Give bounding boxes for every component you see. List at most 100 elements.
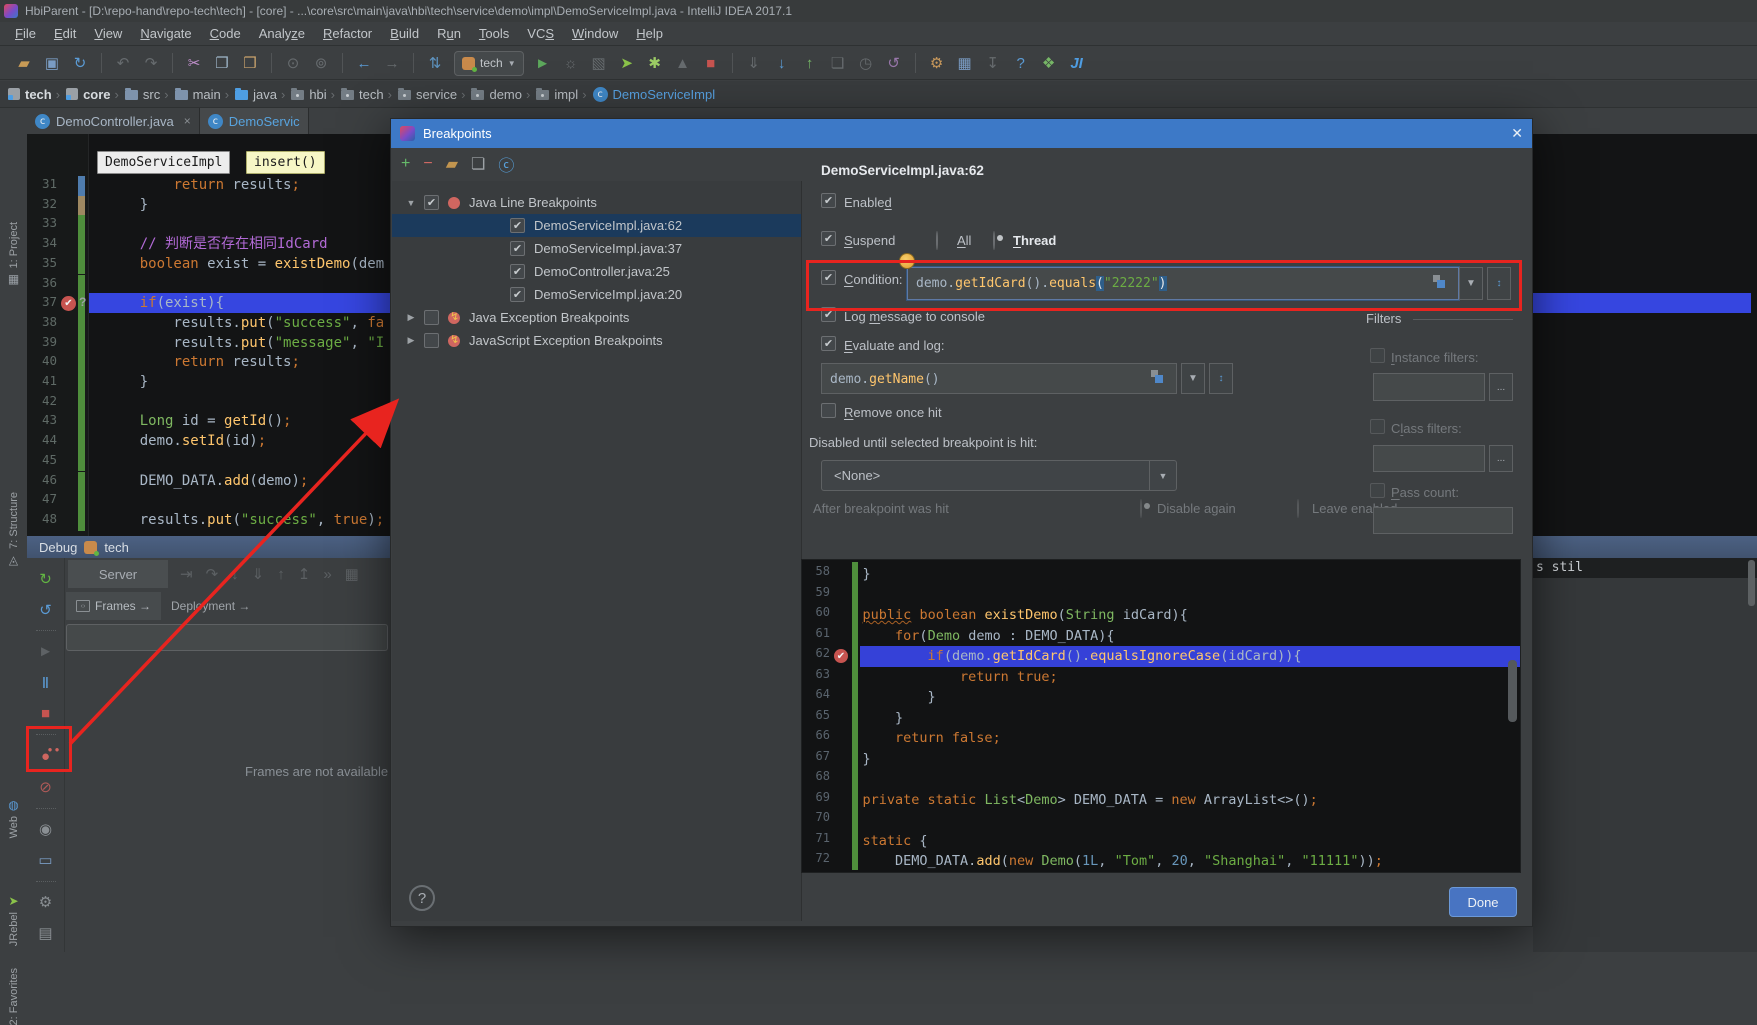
- editor-tab-2[interactable]: cDemoServic: [200, 108, 309, 134]
- sync-icon[interactable]: ↻: [68, 51, 92, 75]
- breadcrumb-item-tech[interactable]: tech: [8, 87, 52, 102]
- remove-breakpoint-icon[interactable]: −: [423, 155, 432, 173]
- stripe-web[interactable]: ◍Web: [0, 798, 27, 838]
- drop-frame-icon[interactable]: ↥: [298, 565, 311, 583]
- evaluate-expression-icon[interactable]: ▦: [345, 565, 359, 583]
- run-to-cursor-icon[interactable]: »: [323, 566, 331, 583]
- forward-icon[interactable]: →: [380, 51, 404, 75]
- instance-filters-checkbox[interactable]: [1370, 348, 1385, 363]
- add-breakpoint-icon[interactable]: +: [401, 155, 410, 173]
- enabled-checkbox[interactable]: ✔: [821, 193, 836, 208]
- replace-icon[interactable]: ⊚: [309, 51, 333, 75]
- breadcrumb-item-java[interactable]: java: [235, 87, 277, 102]
- tree-expander-icon[interactable]: ▶: [406, 312, 416, 323]
- console-scrollbar[interactable]: [1748, 560, 1755, 606]
- settings-icon[interactable]: ⚙: [925, 51, 949, 75]
- class-filters-field[interactable]: [1373, 445, 1485, 472]
- stripe-project[interactable]: 1: Project▦: [0, 222, 27, 286]
- leave-enabled-radio[interactable]: [1297, 499, 1299, 518]
- breadcrumb-item-DemoServiceImpl[interactable]: cDemoServiceImpl: [593, 87, 716, 102]
- code-line[interactable]: results.put("message", "I: [106, 334, 384, 354]
- pass-count-checkbox[interactable]: [1370, 483, 1385, 498]
- breadcrumb-item-service[interactable]: service: [398, 87, 457, 102]
- menu-file[interactable]: File: [6, 22, 45, 45]
- breadcrumb-item-tech[interactable]: tech: [341, 87, 384, 102]
- coverage-icon[interactable]: ▧: [587, 51, 611, 75]
- code-line[interactable]: return results;: [106, 176, 300, 196]
- pin-icon[interactable]: ▤: [33, 921, 59, 946]
- view-breakpoints-icon[interactable]: ●● ●: [33, 743, 59, 768]
- menu-view[interactable]: View: [85, 22, 131, 45]
- jrebel-debug-icon[interactable]: ✱: [643, 51, 667, 75]
- code-line[interactable]: static {: [830, 831, 928, 852]
- debug-server-tab[interactable]: Server: [68, 560, 168, 588]
- expand-editor-icon[interactable]: ↕: [1487, 267, 1511, 300]
- run-config-combo[interactable]: tech▼: [454, 51, 524, 76]
- suspend-thread-radio[interactable]: [993, 231, 995, 250]
- menu-refactor[interactable]: Refactor: [314, 22, 381, 45]
- step-out-icon[interactable]: ↑: [277, 566, 285, 583]
- remove-once-checkbox[interactable]: [821, 403, 836, 418]
- line-numbers-icon[interactable]: ⇅: [423, 51, 447, 75]
- tree-expander-icon[interactable]: ▶: [406, 335, 416, 346]
- code-line[interactable]: }: [830, 708, 903, 729]
- group-by-package-icon[interactable]: ▰: [446, 154, 458, 174]
- expand-editor-icon[interactable]: ↕: [1209, 363, 1233, 394]
- tab-deployment[interactable]: Deployment →: [161, 592, 260, 620]
- evaluate-checkbox[interactable]: ✔: [821, 336, 836, 351]
- stop-icon[interactable]: ■: [33, 701, 59, 726]
- redo-icon[interactable]: ↷: [139, 51, 163, 75]
- attach-icon[interactable]: ▲: [671, 51, 695, 75]
- find-icon[interactable]: ⊙: [281, 51, 305, 75]
- done-button[interactable]: Done: [1449, 887, 1517, 917]
- menu-code[interactable]: Code: [201, 22, 250, 45]
- code-line[interactable]: DEMO_DATA.add(demo);: [106, 472, 308, 492]
- resume-icon[interactable]: ►: [33, 639, 59, 664]
- save-icon[interactable]: ▣: [40, 51, 64, 75]
- chevron-down-icon[interactable]: ▼: [1149, 461, 1176, 490]
- stripe-structure[interactable]: 7: Structure◬: [0, 492, 27, 567]
- run-icon[interactable]: ►: [531, 51, 555, 75]
- paste-icon[interactable]: ❒: [238, 51, 262, 75]
- evaluate-field[interactable]: demo.getName(): [821, 363, 1177, 394]
- update-application-icon[interactable]: ↺: [33, 597, 59, 622]
- tree-checkbox[interactable]: ✔: [510, 287, 525, 302]
- tree-checkbox[interactable]: ✔: [510, 264, 525, 279]
- code-line[interactable]: }: [106, 373, 148, 393]
- menu-vcs[interactable]: VCS: [518, 22, 563, 45]
- breadcrumb-item-src[interactable]: src: [125, 87, 160, 102]
- install-plugin-icon[interactable]: ❖: [1037, 51, 1061, 75]
- vcs-update-icon[interactable]: ↓: [770, 51, 794, 75]
- inject-language-icon[interactable]: [1151, 370, 1164, 385]
- step-over-icon[interactable]: ↷: [206, 565, 219, 583]
- group-by-class-icon[interactable]: ⓒ: [498, 152, 514, 176]
- breadcrumb-item-main[interactable]: main: [175, 87, 221, 102]
- show-execution-point-icon[interactable]: ⇥: [180, 565, 193, 583]
- dialog-title-bar[interactable]: Breakpoints ✕: [391, 119, 1532, 148]
- pause-icon[interactable]: Ⅱ: [33, 670, 59, 695]
- force-step-into-icon[interactable]: ⇓: [252, 565, 265, 583]
- restore-layout-icon[interactable]: ▭: [33, 848, 59, 873]
- class-filters-browse-button[interactable]: ...: [1489, 445, 1513, 472]
- breadcrumb-popup-method[interactable]: insert(): [246, 151, 325, 174]
- menu-analyze[interactable]: Analyze: [250, 22, 314, 45]
- tree-checkbox[interactable]: [424, 310, 439, 325]
- thread-dump-icon[interactable]: ◉: [33, 817, 59, 842]
- code-line[interactable]: public boolean existDemo(String idCard){: [830, 605, 1188, 626]
- evaluate-history-dropdown[interactable]: ▼: [1181, 363, 1205, 394]
- code-line[interactable]: return false;: [830, 728, 1001, 749]
- class-filters-checkbox[interactable]: [1370, 419, 1385, 434]
- breakpoint-tree-item[interactable]: ✔DemoController.java:25: [392, 260, 801, 283]
- history-icon[interactable]: ◷: [854, 51, 878, 75]
- suspend-checkbox[interactable]: ✔: [821, 231, 836, 246]
- debug-coverage-icon[interactable]: ☼: [559, 51, 583, 75]
- tree-checkbox[interactable]: [424, 333, 439, 348]
- breadcrumb-item-hbi[interactable]: hbi: [291, 87, 326, 102]
- disable-again-radio[interactable]: [1140, 499, 1142, 518]
- code-line[interactable]: if(demo.getIdCard().equalsIgnoreCase(idC…: [830, 646, 1301, 667]
- instance-filters-browse-button[interactable]: ...: [1489, 373, 1513, 401]
- code-line[interactable]: results.put("success", true);: [106, 511, 384, 531]
- condition-checkbox[interactable]: ✔: [821, 270, 836, 285]
- tree-checkbox[interactable]: ✔: [510, 241, 525, 256]
- instance-filters-field[interactable]: [1373, 373, 1485, 401]
